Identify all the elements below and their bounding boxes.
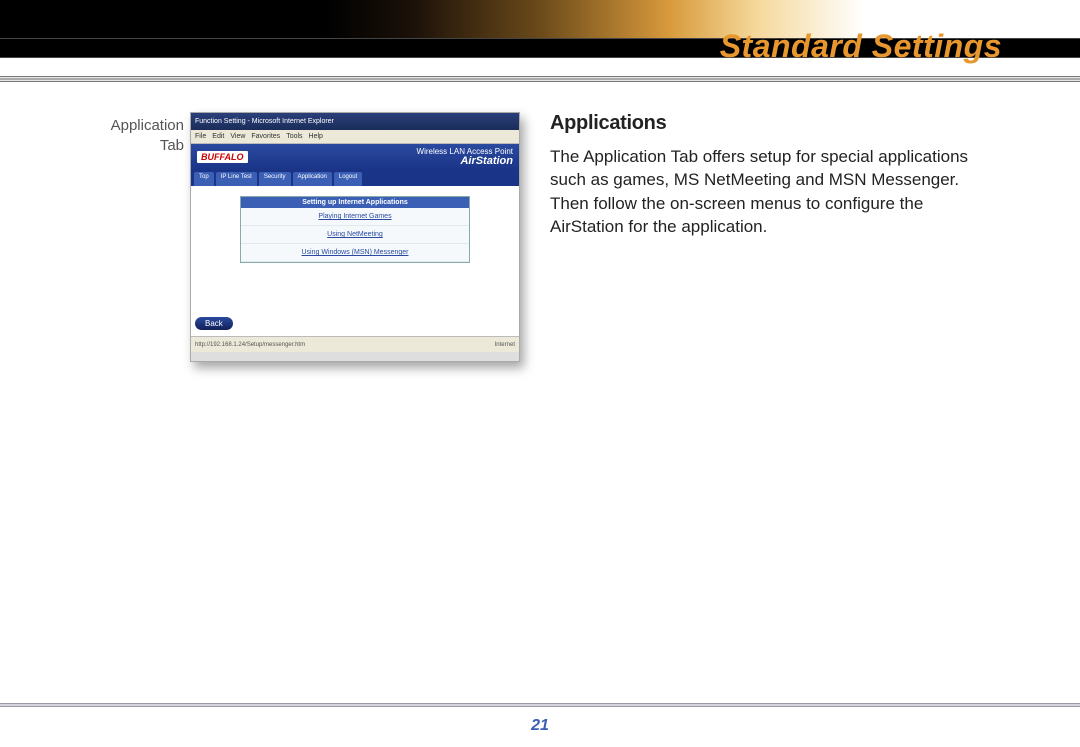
horizontal-rule-bottom <box>0 703 1080 707</box>
window-title: Function Setting - Microsoft Internet Ex… <box>195 118 334 125</box>
menu-item: Tools <box>286 133 302 140</box>
back-button: Back <box>195 317 233 330</box>
tab-bar: Top IP Line Test Security Application Lo… <box>191 170 519 186</box>
menu-item: Favorites <box>251 133 280 140</box>
status-bar: http://192.168.1.24/Setup/messenger.htm … <box>191 336 519 352</box>
figure-caption: Application Tab <box>100 112 190 157</box>
brand-logo: BUFFALO <box>197 151 248 163</box>
screenshot-figure: Function Setting - Microsoft Internet Ex… <box>190 112 520 362</box>
tab: Top <box>194 172 214 186</box>
panel-link: Using Windows (MSN) Messenger <box>241 244 469 262</box>
tab: Application <box>293 172 332 186</box>
tab: IP Line Test <box>216 172 257 186</box>
menu-item: File <box>195 133 206 140</box>
page-number: 21 <box>0 717 1080 735</box>
menu-item: Help <box>309 133 323 140</box>
figure-caption-line1: Application <box>111 117 184 134</box>
menu-item: View <box>230 133 245 140</box>
panel-header: Setting up Internet Applications <box>241 197 469 208</box>
article-column: Applications The Application Tab offers … <box>550 112 1000 239</box>
tab: Security <box>259 172 291 186</box>
page-content: Application Tab Function Setting - Micro… <box>0 82 1080 362</box>
figure-caption-line2: Tab <box>160 137 184 154</box>
settings-panel: Setting up Internet Applications Playing… <box>240 196 470 263</box>
brand-bar: BUFFALO Wireless LAN Access Point AirSta… <box>191 144 519 170</box>
window-titlebar: Function Setting - Microsoft Internet Ex… <box>191 113 519 130</box>
status-url: http://192.168.1.24/Setup/messenger.htm <box>195 342 305 348</box>
panel-link: Playing Internet Games <box>241 208 469 226</box>
section-heading: Applications <box>550 112 1000 135</box>
screenshot-body: Setting up Internet Applications Playing… <box>191 186 519 336</box>
header-title: Standard Settings <box>720 28 1002 65</box>
status-zone: Internet <box>495 342 515 348</box>
menu-item: Edit <box>212 133 224 140</box>
tab: Logout <box>334 172 362 186</box>
panel-link: Using NetMeeting <box>241 226 469 244</box>
menu-bar: File Edit View Favorites Tools Help <box>191 130 519 144</box>
body-text: The Application Tab offers setup for spe… <box>550 145 1000 239</box>
brand-product: Wireless LAN Access Point AirStation <box>417 148 513 167</box>
